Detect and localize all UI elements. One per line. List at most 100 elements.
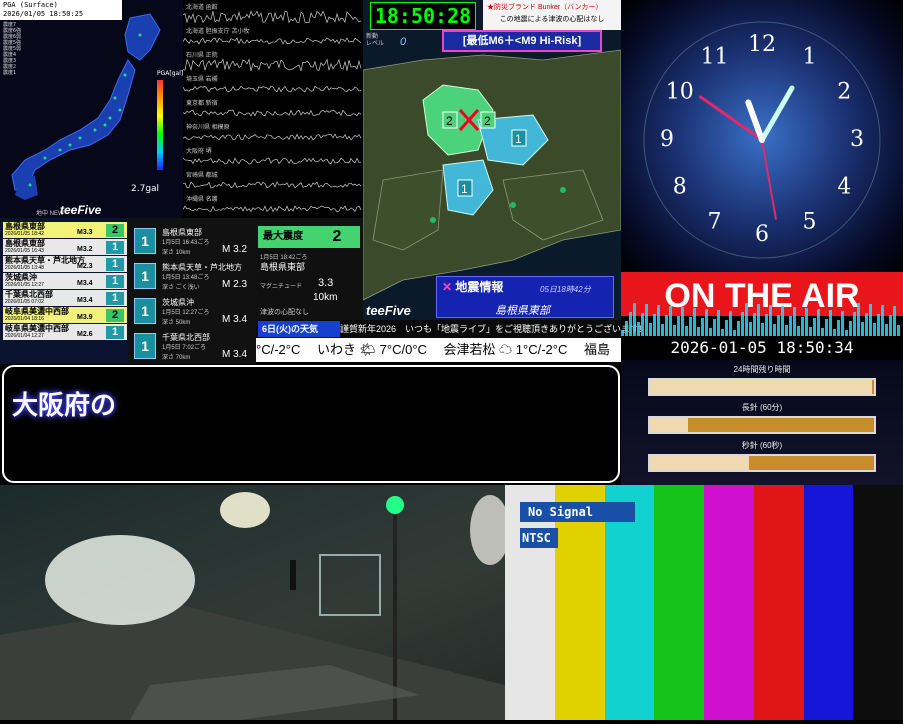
eq-bar	[793, 307, 796, 336]
quake-magnitude: M2.6	[77, 331, 93, 338]
ticker-title: ★防災ブランド Bunker（バンカー）	[487, 4, 603, 11]
eq-bar	[845, 330, 848, 336]
quake-intensity: 1	[106, 326, 124, 339]
eq-bar	[825, 319, 828, 336]
quake-list-item[interactable]: 熊本県天草・芦北地方 2026/01/05 13:48 M2.3 1	[3, 256, 127, 272]
eq-bar	[769, 305, 772, 336]
eq-bar	[885, 324, 888, 336]
quake-intensity: 1	[106, 258, 124, 271]
eq-bar	[777, 315, 780, 336]
quake-date: 2026/01/04 18:16	[5, 316, 44, 322]
quake-detail-item[interactable]: 1 茨城県沖 1月5日 12:27ごろ 深さ 50km M 3.4	[132, 296, 252, 330]
quake-date: 2026/01/04 12:27	[5, 333, 44, 339]
eq-bar	[685, 326, 688, 336]
eq-bar	[773, 324, 776, 336]
detail-magnitude: M 3.2	[222, 244, 248, 255]
quake-history-list: 島根県東部 2026/01/05 18:42 M3.3 2 島根県東部 2026/01/0…	[0, 218, 128, 364]
sponsor-ticker: ★防災ブランド Bunker（バンカー） この地震による津波の心配はなし	[483, 0, 621, 30]
quake-area: 岐阜県美濃中西部	[5, 307, 69, 316]
quake-area: 岐阜県美濃中西部	[5, 324, 69, 333]
eq-bar	[877, 314, 880, 336]
progress-label: 秒針 (60秒)	[741, 441, 783, 450]
quake-date: 2026/01/05 16:43	[5, 248, 44, 254]
progress-bar-minute	[648, 416, 876, 434]
detail-time: 1月5日 12:27ごろ	[162, 310, 210, 316]
detail-intensity: 1	[134, 333, 156, 359]
eq-bar	[677, 316, 680, 336]
progress-bar-day	[648, 378, 876, 396]
quake-intensity: 2	[106, 309, 124, 322]
waveform-panel: 北海道 函館 北海道 胆振支庁 苫小牧 石川県 正院 埼玉県 岩槻 東京都 新宿 神奈川県…	[183, 0, 363, 218]
eq-bar	[805, 308, 808, 336]
quake-list-item[interactable]: 岐阜県美濃中西部 2026/01/04 12:27 M2.6 1	[3, 324, 127, 340]
quake-list-item[interactable]: 岐阜県美濃中西部 2026/01/04 18:16 M3.9 2	[3, 307, 127, 323]
eq-bar	[653, 314, 656, 336]
progress-fill	[650, 418, 689, 432]
brand-logo: teeFive	[366, 303, 411, 318]
quake-detail-item[interactable]: 1 島根県東部 1月5日 16:43ごろ 深さ 10km M 3.2	[132, 226, 252, 260]
waveform-trace	[183, 205, 362, 213]
street-camera-view	[0, 485, 510, 720]
quake-magnitude: M2.3	[77, 263, 93, 270]
detail-magnitude: M 2.3	[222, 279, 248, 290]
quake-list-item[interactable]: 茨城県沖 2026/01/05 12:27 M3.4 1	[3, 273, 127, 289]
quake-intensity: 2	[106, 224, 124, 237]
waveform-row: 宮崎県 都城	[183, 170, 363, 192]
quake-magnitude: M3.4	[77, 280, 93, 287]
quake-info-title: ✕ 地震情報	[442, 278, 503, 295]
pga-timestamp: 2026/01/05 18:50:25	[3, 10, 84, 18]
color-bar	[853, 485, 903, 720]
quake-list-item[interactable]: 島根県東部 2026/01/05 18:42 M3.3 2	[3, 222, 127, 238]
pga-color-scale	[157, 80, 163, 170]
eq-bar	[817, 309, 820, 336]
remain-title: 24時間残り時間	[733, 365, 791, 374]
scale-label: 震度1	[3, 70, 17, 76]
waveform-row: 北海道 函館	[183, 2, 363, 24]
waveform-row: 東京都 新宿	[183, 98, 363, 120]
detail-intensity: 1	[134, 228, 156, 254]
eq-bar	[729, 311, 732, 336]
clock-numeral: 2	[837, 80, 851, 105]
digital-clock: 18:50:28	[370, 2, 476, 30]
eq-bar	[661, 324, 664, 336]
second-tail	[761, 139, 777, 220]
quake-detail-item[interactable]: 1 熊本県天草・芦北地方 1月5日 13:48ごろ 深さ ごく浅い M 2.3	[132, 261, 252, 295]
quake-list-item[interactable]: 島根県東部 2026/01/05 16:43 M3.2 1	[3, 239, 127, 255]
intensity-marker: 2	[484, 114, 491, 128]
quake-area: 島根県東部	[5, 239, 45, 248]
intensity-marker: 2	[446, 114, 453, 128]
quake-info-date: 05日18時42分	[540, 285, 591, 294]
quake-intensity: 1	[106, 275, 124, 288]
detail-depth: 深さ 10km	[162, 250, 191, 256]
quake-list-item[interactable]: 千葉県北西部 2026/01/05 07:02 M3.4 1	[3, 290, 127, 306]
eq-bar	[757, 304, 760, 336]
message-box	[2, 365, 620, 483]
eq-bar	[821, 328, 824, 336]
clock-numeral: 12	[748, 32, 776, 57]
max-intensity-area: 島根県東部	[260, 262, 306, 272]
intensity-scale-list: 震度7 震度6強 震度6弱 震度5強 震度5弱 震度4 震度3 震度2 震度1	[3, 22, 21, 76]
eq-bar	[645, 304, 648, 336]
audio-equalizer	[621, 303, 900, 336]
eq-bar	[721, 329, 724, 336]
magnitude-label: マグニチュード	[260, 284, 303, 290]
pga-caption: 2.7gal	[131, 184, 160, 194]
analog-clock-panel: 12 1 2 3 4 5 6 7 8 9 10 11	[621, 0, 903, 272]
camera-scene	[0, 492, 510, 720]
clock-numeral: 11	[701, 45, 729, 70]
color-bar	[654, 485, 704, 720]
date-time: 2026-01-05 18:50:34	[670, 338, 854, 357]
eq-bar	[889, 315, 892, 336]
waveform-row: 沖縄県 名護	[183, 194, 363, 216]
analog-clock: 12 12 3 45 6 78 9 10 11	[643, 21, 881, 259]
eq-bar	[881, 305, 884, 336]
eq-bar	[689, 317, 692, 336]
quake-detail-item[interactable]: 1 千葉県北西部 1月5日 7:02ごろ 深さ 70km M 3.4	[132, 331, 252, 365]
weather-day: 6日(火)の天気	[258, 321, 340, 337]
eq-bar	[697, 327, 700, 336]
quake-magnitude: M3.4	[77, 297, 93, 304]
max-intensity-value: 2	[320, 228, 354, 246]
eq-bar	[829, 310, 832, 336]
eq-bar	[797, 326, 800, 336]
waveform-row: 北海道 胆振支庁 苫小牧	[183, 26, 363, 48]
